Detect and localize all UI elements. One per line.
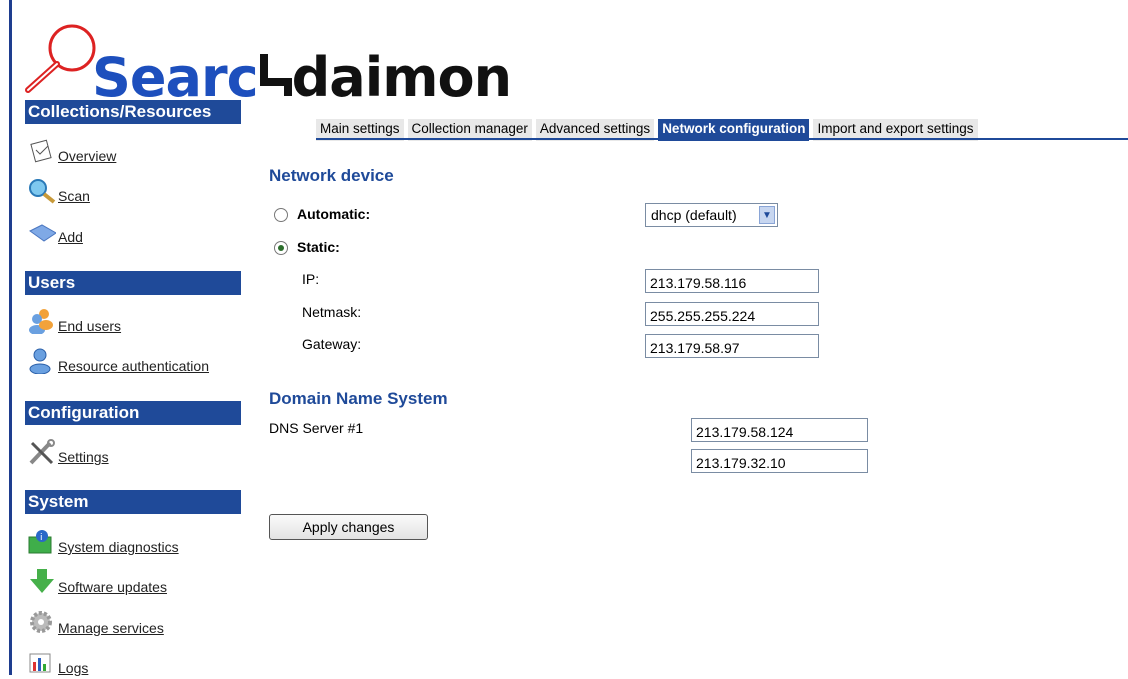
- sidebar-item-overview[interactable]: Overview: [28, 136, 116, 164]
- dns-server-2-field[interactable]: [691, 449, 868, 473]
- section-collections-resources: Collections/Resources: [25, 100, 241, 124]
- apply-changes-button[interactable]: Apply changes: [269, 514, 428, 540]
- searchdaimon-logo: Searc daimon: [20, 18, 512, 108]
- ip-label: IP:: [302, 271, 320, 287]
- sidebar-item-logs[interactable]: Logs: [28, 648, 88, 676]
- gateway-label: Gateway:: [302, 336, 362, 352]
- sidebar-link-overview[interactable]: Overview: [58, 148, 116, 164]
- download-arrow-icon: [28, 569, 56, 595]
- section-system: System: [25, 490, 241, 514]
- magnifier-icon: [28, 178, 56, 204]
- sidebar-link-end-users[interactable]: End users: [58, 318, 121, 334]
- sidebar-link-logs[interactable]: Logs: [58, 660, 88, 676]
- section-configuration: Configuration: [25, 401, 241, 425]
- sidebar-link-add[interactable]: Add: [58, 229, 83, 245]
- chevron-down-icon[interactable]: ▼: [759, 206, 775, 224]
- dns-heading: Domain Name System: [269, 389, 448, 408]
- users-icon: [28, 308, 56, 335]
- tab-underline: [316, 138, 1128, 140]
- netmask-field[interactable]: [645, 302, 819, 326]
- automatic-radio[interactable]: [274, 208, 288, 222]
- ip-field[interactable]: [645, 269, 819, 293]
- static-label: Static:: [297, 239, 340, 255]
- sidebar-item-resource-authentication[interactable]: Resource authentication: [28, 346, 209, 375]
- logo-h-glyph: [258, 50, 292, 96]
- clipboard-icon: [28, 138, 56, 164]
- network-device-heading: Network device: [269, 166, 394, 185]
- sidebar-item-end-users[interactable]: End users: [28, 306, 121, 335]
- left-edge-bar: [9, 0, 12, 675]
- diamond-icon: [28, 219, 57, 245]
- sidebar-link-settings[interactable]: Settings: [58, 449, 109, 465]
- netmask-label: Netmask:: [302, 304, 362, 320]
- sidebar-item-settings[interactable]: Settings: [28, 437, 109, 465]
- dhcp-select-value: dhcp (default): [651, 207, 737, 223]
- bar-chart-icon: [28, 650, 56, 676]
- diagnostics-icon: i: [28, 529, 56, 555]
- sidebar-item-software-updates[interactable]: Software updates: [28, 567, 167, 595]
- dns-server-1-field[interactable]: [691, 418, 868, 442]
- dhcp-select[interactable]: dhcp (default) ▼: [645, 203, 778, 227]
- logo-part-daimon: daimon: [291, 46, 512, 109]
- sidebar-item-add[interactable]: Add: [28, 217, 83, 245]
- static-radio[interactable]: [274, 241, 288, 255]
- user-icon: [28, 348, 56, 375]
- sidebar-item-manage-services[interactable]: Manage services: [28, 608, 164, 636]
- sidebar-link-system-diagnostics[interactable]: System diagnostics: [58, 539, 179, 555]
- automatic-label: Automatic:: [297, 206, 371, 222]
- dns-server-1-label: DNS Server #1: [269, 420, 364, 436]
- sidebar-item-system-diagnostics[interactable]: i System diagnostics: [28, 527, 179, 555]
- gateway-field[interactable]: [645, 334, 819, 358]
- sidebar-item-scan[interactable]: Scan: [28, 176, 90, 204]
- sidebar-link-resource-authentication[interactable]: Resource authentication: [58, 358, 209, 374]
- svg-text:i: i: [40, 533, 43, 543]
- sidebar-link-scan[interactable]: Scan: [58, 188, 90, 204]
- tools-icon: [28, 439, 56, 465]
- sidebar-link-manage-services[interactable]: Manage services: [58, 620, 164, 636]
- gear-icon: [28, 610, 56, 636]
- logo-wordmark: Searc daimon: [92, 46, 512, 109]
- sidebar-link-software-updates[interactable]: Software updates: [58, 579, 167, 595]
- section-users: Users: [25, 271, 241, 295]
